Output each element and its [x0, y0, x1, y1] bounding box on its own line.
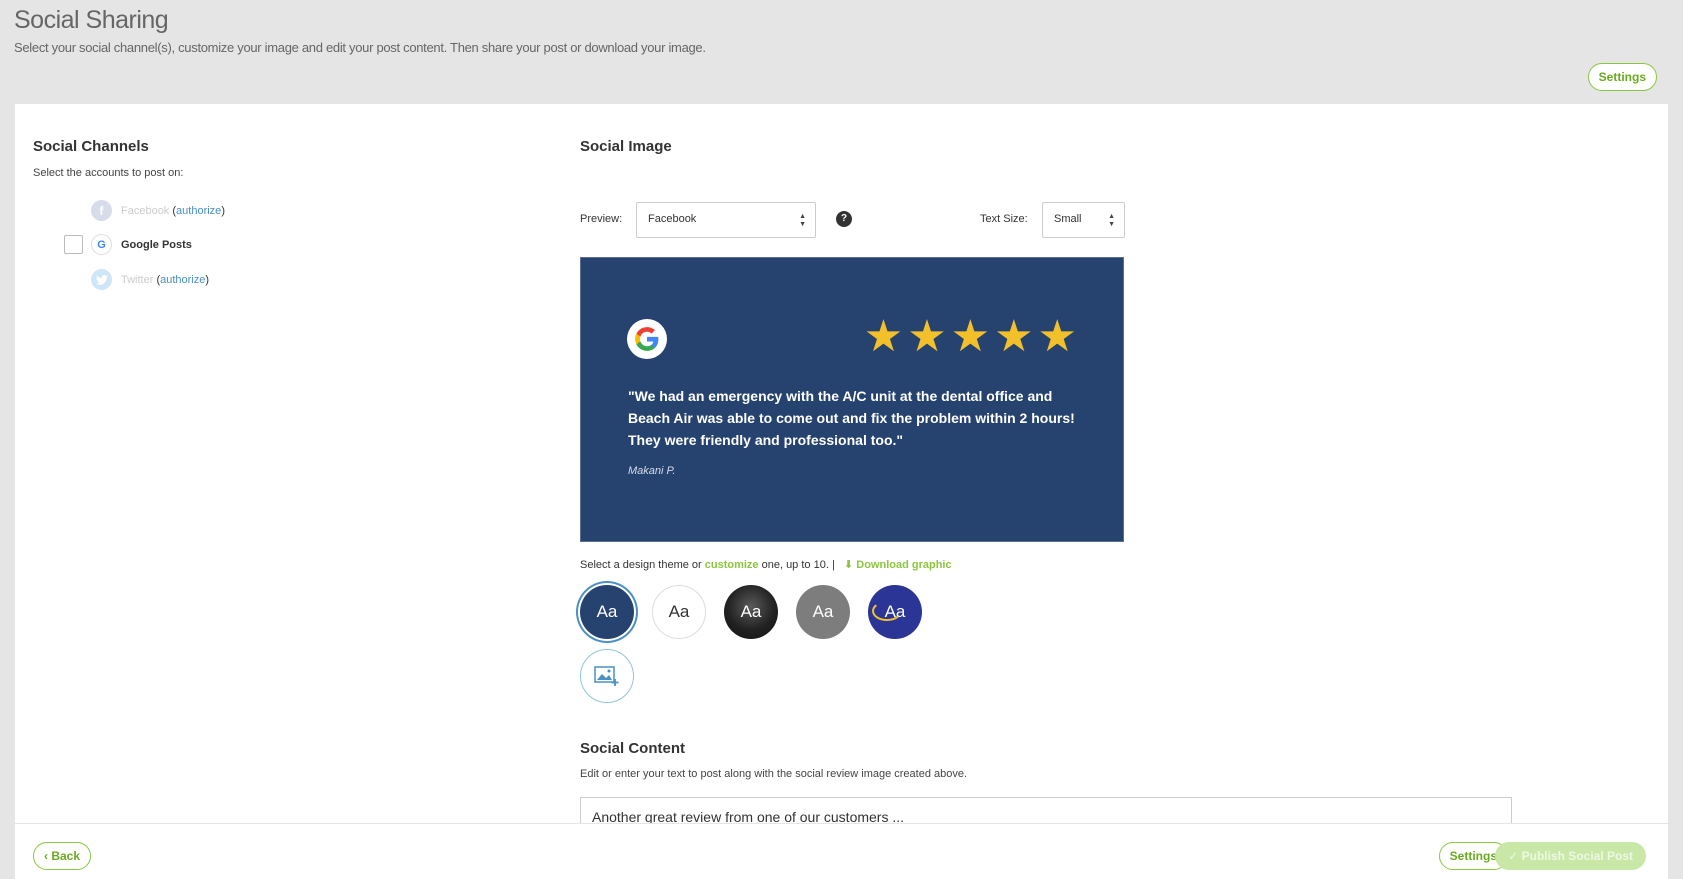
text-size-select[interactable]: Small ▲ ▼	[1042, 202, 1125, 238]
channel-twitter-label: Twitter	[121, 273, 154, 286]
preview-select-value: Facebook	[648, 213, 697, 225]
social-channels-title: Social Channels	[33, 138, 149, 155]
customize-link[interactable]: customize	[705, 559, 759, 571]
download-graphic-label: Download graphic	[856, 559, 952, 571]
preview-label: Preview:	[580, 213, 623, 225]
text-size-label: Text Size:	[980, 213, 1028, 225]
theme-option-logo-label: Aa	[884, 602, 906, 621]
review-quote: "We had an emergency with the A/C unit a…	[628, 388, 1075, 448]
social-image-preview: ★ ★ ★ ★ ★ "We had an emergency with the …	[580, 257, 1124, 542]
select-arrows-icon: ▲ ▼	[799, 213, 806, 228]
social-channels-subtitle: Select the accounts to post on:	[33, 167, 184, 179]
google-logo-icon	[627, 319, 667, 359]
channel-google-posts-label: Google Posts	[121, 238, 192, 251]
publish-social-post-button[interactable]: ✓ Publish Social Post	[1495, 842, 1646, 870]
google-icon: G	[91, 234, 112, 255]
social-image-section: Social Image Preview: Facebook ▲ ▼ ? Text…	[580, 138, 1650, 879]
star-icon: ★	[994, 312, 1034, 361]
social-channels-section: Social Channels Select the accounts to p…	[33, 138, 533, 179]
channel-facebook-label: Facebook	[121, 204, 170, 217]
theme-instructions: Select a design theme or customize one, …	[580, 558, 952, 571]
theme-text-after: one, up to 10. |	[758, 559, 835, 571]
facebook-authorize-link[interactable]: authorize	[176, 205, 221, 217]
help-icon[interactable]: ?	[836, 211, 852, 227]
channel-google-posts: G Google Posts	[64, 234, 192, 255]
star-icon: ★	[1037, 312, 1077, 361]
download-graphic-link[interactable]: ⬇ Download graphic	[838, 559, 952, 571]
select-arrows-icon: ▲ ▼	[1108, 213, 1115, 228]
social-content-subtitle: Edit or enter your text to post along wi…	[580, 768, 968, 780]
theme-option-gray[interactable]: Aa	[796, 585, 850, 639]
top-settings-button[interactable]: Settings	[1587, 63, 1657, 91]
social-content-title: Social Content	[580, 740, 686, 757]
theme-option-photo[interactable]: Aa	[724, 585, 778, 639]
page-title: Social Sharing	[14, 6, 169, 34]
social-image-title: Social Image	[580, 138, 672, 155]
theme-picker: Aa Aa Aa Aa Aa	[580, 585, 922, 639]
theme-option-logo[interactable]: Aa	[868, 585, 922, 639]
text-size-select-value: Small	[1054, 213, 1082, 225]
download-icon: ⬇	[843, 559, 854, 571]
add-custom-image-button[interactable]	[580, 649, 634, 703]
channel-twitter: Twitter (authorize)	[91, 269, 209, 290]
star-icon: ★	[950, 312, 991, 361]
star-icon: ★	[907, 312, 947, 361]
page-subtitle: Select your social channel(s), customize…	[14, 40, 706, 55]
facebook-icon: f	[91, 200, 112, 221]
review-author: Makani P.	[628, 465, 676, 477]
theme-option-white[interactable]: Aa	[652, 585, 706, 639]
back-button[interactable]: ‹ Back	[33, 842, 92, 870]
theme-option-navy[interactable]: Aa	[580, 585, 634, 639]
twitter-icon	[91, 269, 112, 290]
footer-bar: ‹ Back Settings ✓ Publish Social Post	[15, 823, 1668, 879]
google-posts-checkbox[interactable]	[64, 235, 83, 254]
theme-text-before: Select a design theme or	[580, 559, 705, 571]
twitter-authorize-link[interactable]: authorize	[160, 274, 205, 286]
preview-select[interactable]: Facebook ▲ ▼	[636, 202, 816, 238]
add-image-icon	[594, 666, 619, 686]
preview-row: Preview: Facebook ▲ ▼ ? Text Size: Small …	[580, 202, 1125, 238]
channel-facebook: f Facebook (authorize)	[91, 200, 225, 221]
star-icon: ★	[863, 312, 904, 361]
main-card: Social Channels Select the accounts to p…	[15, 104, 1668, 879]
rating-stars: ★ ★ ★ ★ ★	[864, 315, 1077, 359]
